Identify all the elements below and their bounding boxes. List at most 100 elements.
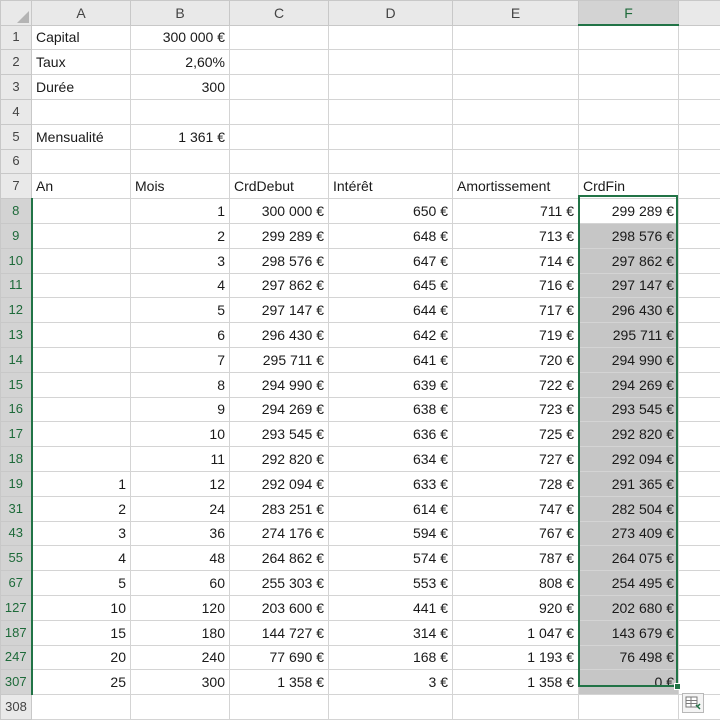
cell[interactable]: [678, 470, 720, 497]
cell-crdfin[interactable]: 282 504 €: [578, 495, 679, 522]
cell[interactable]: [578, 694, 679, 720]
cell-header-amortissement[interactable]: Amortissement: [452, 173, 579, 200]
cell[interactable]: [678, 594, 720, 621]
cell-crdfin[interactable]: 298 576 €: [578, 222, 679, 249]
row-header[interactable]: 9: [0, 222, 33, 249]
cell[interactable]: [328, 148, 453, 175]
cell[interactable]: [31, 694, 131, 720]
cell-amortissement[interactable]: 716 €: [452, 272, 579, 299]
fill-handle[interactable]: [674, 683, 681, 690]
cell-interet[interactable]: 441 €: [328, 594, 453, 621]
cell-interet[interactable]: 594 €: [328, 520, 453, 547]
row-header[interactable]: 19: [0, 470, 33, 497]
column-header-a[interactable]: A: [31, 0, 131, 26]
cell-an[interactable]: [31, 297, 131, 324]
row-header[interactable]: 18: [0, 446, 33, 472]
cell-input-value[interactable]: [130, 98, 230, 125]
row-header[interactable]: 247: [0, 644, 33, 671]
cell-mois[interactable]: 3: [130, 247, 230, 274]
column-header-d[interactable]: D: [328, 0, 453, 26]
cell-input-value[interactable]: 2,60%: [130, 49, 230, 76]
cell[interactable]: [678, 198, 720, 224]
cell-amortissement[interactable]: 920 €: [452, 594, 579, 621]
cell[interactable]: [452, 49, 579, 76]
cell-interet[interactable]: 647 €: [328, 247, 453, 274]
cell-crddebut[interactable]: 296 430 €: [229, 322, 329, 348]
cell-interet[interactable]: 645 €: [328, 272, 453, 299]
cell-header-crddebut[interactable]: CrdDebut: [229, 173, 329, 200]
cell-crddebut[interactable]: 292 094 €: [229, 470, 329, 497]
cell-header-an[interactable]: An: [31, 173, 131, 200]
cell-crdfin[interactable]: 291 365 €: [578, 470, 679, 497]
cell[interactable]: [678, 123, 720, 150]
cell-mois[interactable]: 120: [130, 594, 230, 621]
cell[interactable]: [452, 98, 579, 125]
cell-crdfin[interactable]: 76 498 €: [578, 644, 679, 671]
cell-mois[interactable]: 6: [130, 322, 230, 348]
cell-mois[interactable]: 2: [130, 222, 230, 249]
cell[interactable]: [452, 24, 579, 51]
cell-interet[interactable]: 636 €: [328, 421, 453, 448]
cell-interet[interactable]: 614 €: [328, 495, 453, 522]
cell-interet[interactable]: 633 €: [328, 470, 453, 497]
cell-input-label[interactable]: Mensualité: [31, 123, 131, 150]
cell-an[interactable]: [31, 371, 131, 398]
cell-an[interactable]: 5: [31, 570, 131, 596]
cell[interactable]: [678, 346, 720, 373]
cell-crddebut[interactable]: 274 176 €: [229, 520, 329, 547]
cell[interactable]: [578, 98, 679, 125]
cell[interactable]: [678, 49, 720, 76]
cell-crdfin[interactable]: 299 289 €: [578, 198, 679, 224]
cell-amortissement[interactable]: 722 €: [452, 371, 579, 398]
cell-crdfin[interactable]: 296 430 €: [578, 297, 679, 324]
cell-crddebut[interactable]: 297 862 €: [229, 272, 329, 299]
cell-mois[interactable]: 12: [130, 470, 230, 497]
cell-amortissement[interactable]: 714 €: [452, 247, 579, 274]
cell-crdfin[interactable]: 143 679 €: [578, 619, 679, 646]
cell-an[interactable]: 25: [31, 669, 131, 696]
cell[interactable]: [578, 24, 679, 51]
cell-crdfin[interactable]: 0 €: [578, 669, 679, 696]
row-header[interactable]: 2: [0, 49, 32, 76]
cell-amortissement[interactable]: 725 €: [452, 421, 579, 448]
cell-amortissement[interactable]: 1 193 €: [452, 644, 579, 671]
cell-crddebut[interactable]: 297 147 €: [229, 297, 329, 324]
cell-mois[interactable]: 11: [130, 446, 230, 472]
cell-crddebut[interactable]: 144 727 €: [229, 619, 329, 646]
cell-interet[interactable]: 574 €: [328, 545, 453, 572]
cell[interactable]: [578, 123, 679, 150]
cell[interactable]: [678, 98, 720, 125]
cell[interactable]: [678, 272, 720, 299]
cell-input-value[interactable]: 1 361 €: [130, 123, 230, 150]
cell-an[interactable]: 1: [31, 470, 131, 497]
cell-amortissement[interactable]: 728 €: [452, 470, 579, 497]
cell-amortissement[interactable]: 727 €: [452, 446, 579, 472]
cell-crdfin[interactable]: 293 545 €: [578, 396, 679, 423]
cell[interactable]: [578, 148, 679, 175]
cell-crddebut[interactable]: 264 862 €: [229, 545, 329, 572]
cell[interactable]: [678, 570, 720, 596]
cell[interactable]: [678, 24, 720, 51]
cell-interet[interactable]: 648 €: [328, 222, 453, 249]
cell-interet[interactable]: 650 €: [328, 198, 453, 224]
row-header[interactable]: 127: [0, 594, 33, 621]
row-header[interactable]: 11: [0, 272, 33, 299]
cell-mois[interactable]: 4: [130, 272, 230, 299]
cell-interet[interactable]: 639 €: [328, 371, 453, 398]
cell-crddebut[interactable]: 1 358 €: [229, 669, 329, 696]
cell-mois[interactable]: 24: [130, 495, 230, 522]
cell-an[interactable]: [31, 198, 131, 224]
cell-mois[interactable]: 9: [130, 396, 230, 423]
cell-crddebut[interactable]: 283 251 €: [229, 495, 329, 522]
cell-crdfin[interactable]: 294 269 €: [578, 371, 679, 398]
row-header[interactable]: 14: [0, 346, 33, 373]
cell-amortissement[interactable]: 787 €: [452, 545, 579, 572]
cell-an[interactable]: 20: [31, 644, 131, 671]
cell[interactable]: [452, 123, 579, 150]
cell-crddebut[interactable]: 294 269 €: [229, 396, 329, 423]
cell-interet[interactable]: 3 €: [328, 669, 453, 696]
cell[interactable]: [678, 446, 720, 472]
cell[interactable]: [678, 396, 720, 423]
cell[interactable]: [130, 694, 230, 720]
cell-crddebut[interactable]: 255 303 €: [229, 570, 329, 596]
